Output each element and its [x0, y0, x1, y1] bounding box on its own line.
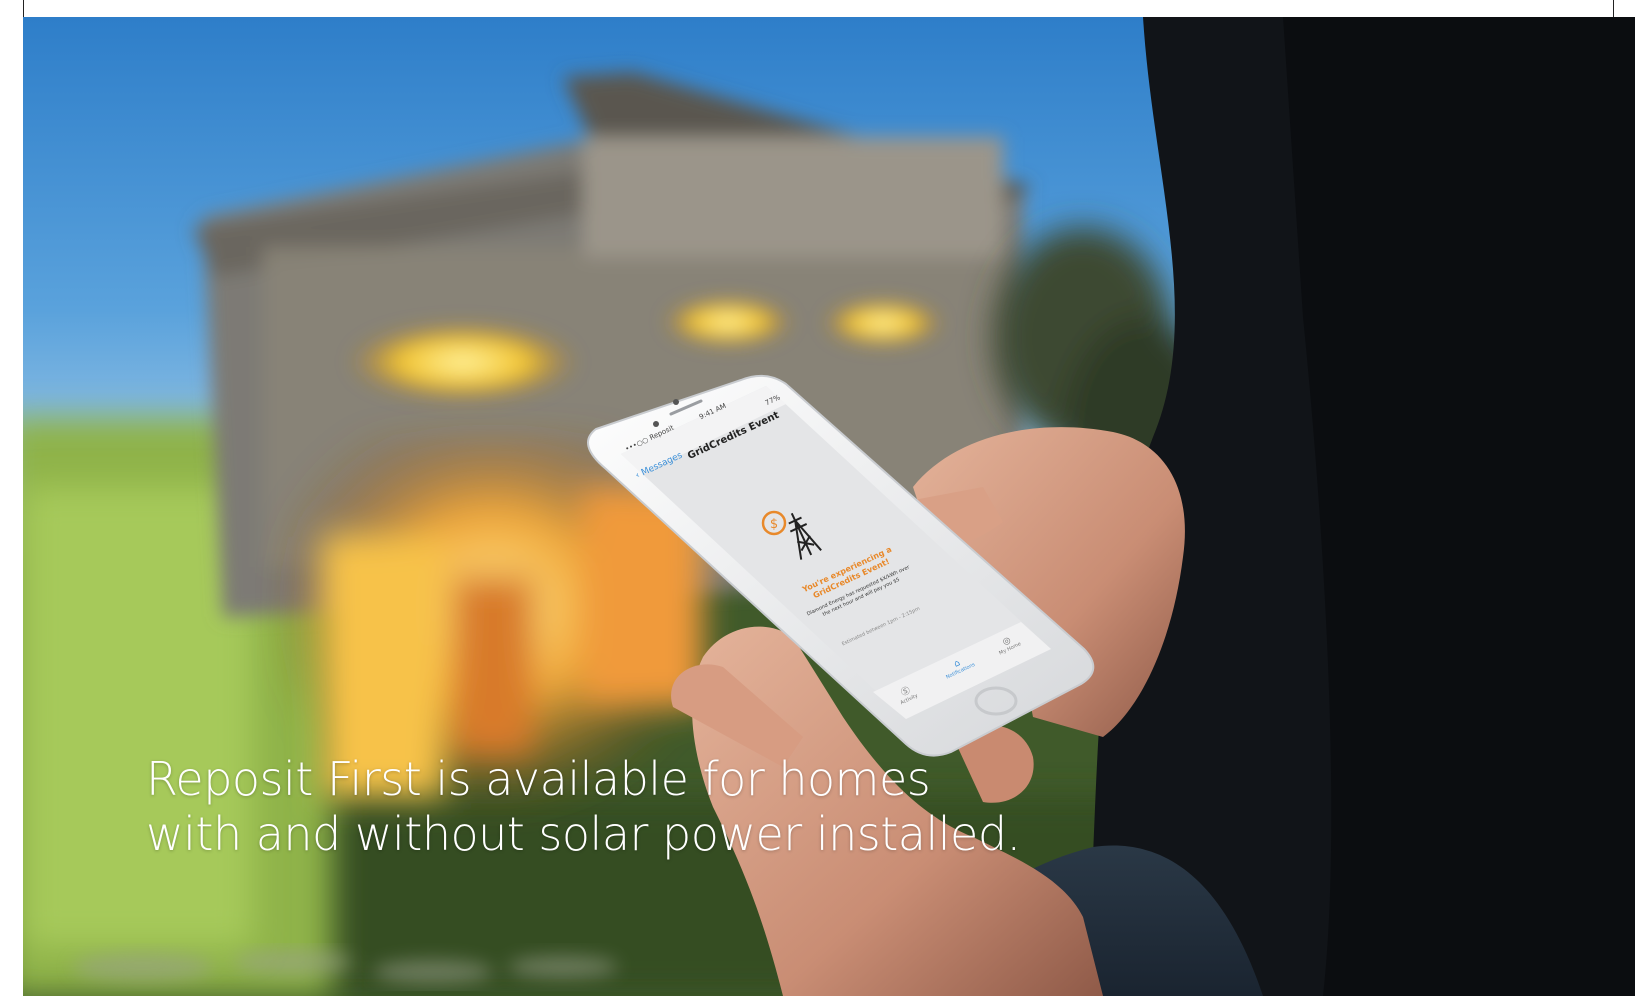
svg-text:$: $ [770, 517, 778, 532]
hero-caption: Reposit First is available for homes wit… [146, 752, 1021, 862]
crop-mark-top-left [23, 0, 24, 18]
caption-line-1: Reposit First is available for homes [146, 752, 931, 806]
smartphone: •••○○ Reposit 9:41 AM 77% ‹ Messages Gri… [576, 374, 1106, 764]
hero-photo: •••○○ Reposit 9:41 AM 77% ‹ Messages Gri… [23, 17, 1635, 996]
dollar-pylon-icon: $ [761, 510, 822, 560]
caption-line-2: with and without solar power installed. [146, 807, 1021, 861]
